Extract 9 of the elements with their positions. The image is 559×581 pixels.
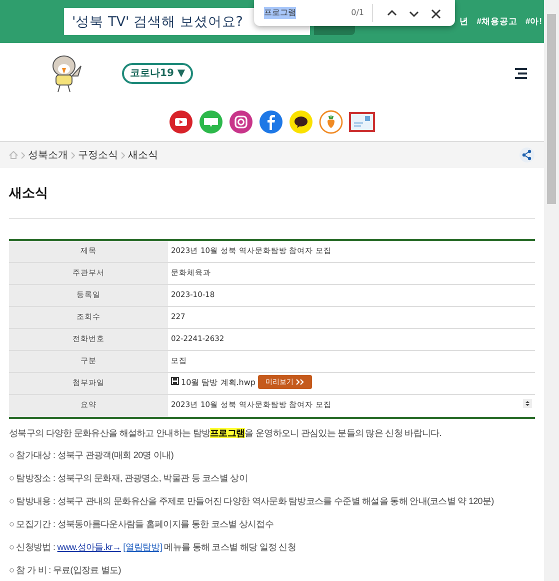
intro-paragraph: 성북구의 다양한 문화유산을 해설하고 안내하는 탐방프로그램을 운영하오니 관심있는 분들의 많은 신청 바랍니다. — [9, 426, 442, 440]
match-count: 0/1 — [351, 7, 364, 19]
list-item-text: ○ 탐방내용 : 성북구 관내의 문화유산을 주제로 만들어진 다양한 역사문화 탐방코스를 수준별 해설을 통해 안내(코스별 약 120분) — [9, 495, 494, 508]
list-item-text: ○ 신청방법 : www.성아들.kr→ [열림탐방] 메뉴를 통해 코스별 해당 일정 신청 — [9, 541, 296, 554]
list-item-text: ○ 탐방장소 : 성북구의 문화재, 관광명소, 박물관 등 코스별 상이 — [9, 472, 248, 485]
list-item-text: ○ 모집기간 : 성북동아름다운사람들 홈페이지를 통한 코스별 상시접수 — [9, 518, 274, 531]
list-item-text: ○ 참가대상 : 성북구 관광객(매회 20명 이내) — [9, 449, 174, 462]
list-item-text: ○ 참 가 비 : 무료(입장료 별도) — [9, 564, 121, 577]
page-title: 새소식 — [9, 184, 535, 218]
